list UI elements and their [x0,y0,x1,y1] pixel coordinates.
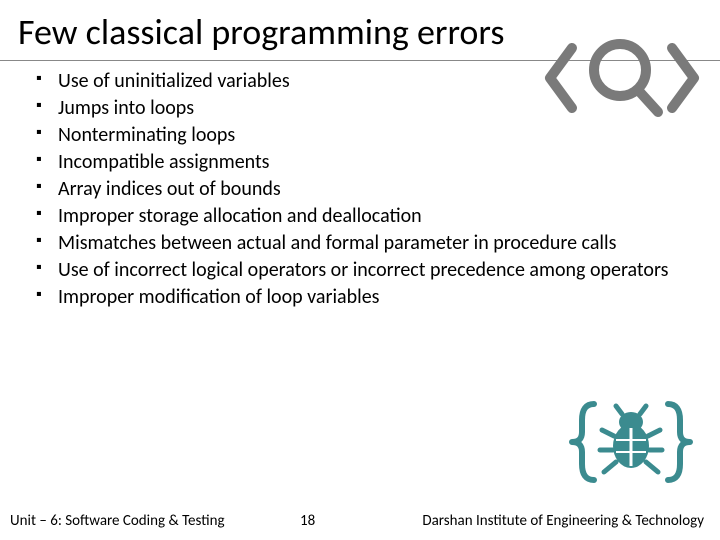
list-item: Incompatible assignments [30,150,690,175]
code-search-icon [542,18,702,138]
list-item: Array indices out of bounds [30,177,690,202]
footer-left: Unit – 6: Software Coding & Testing [10,512,225,530]
footer-page-number: 18 [300,512,315,530]
list-item: Mismatches between actual and formal par… [30,231,690,256]
footer-right: Darshan Institute of Engineering & Techn… [422,512,704,530]
slide-footer: Unit – 6: Software Coding & Testing 18 D… [0,504,720,540]
bug-braces-icon [566,392,696,492]
list-item: Use of incorrect logical operators or in… [30,258,690,283]
list-item: Improper modification of loop variables [30,285,690,310]
list-item: Improper storage allocation and dealloca… [30,204,690,229]
